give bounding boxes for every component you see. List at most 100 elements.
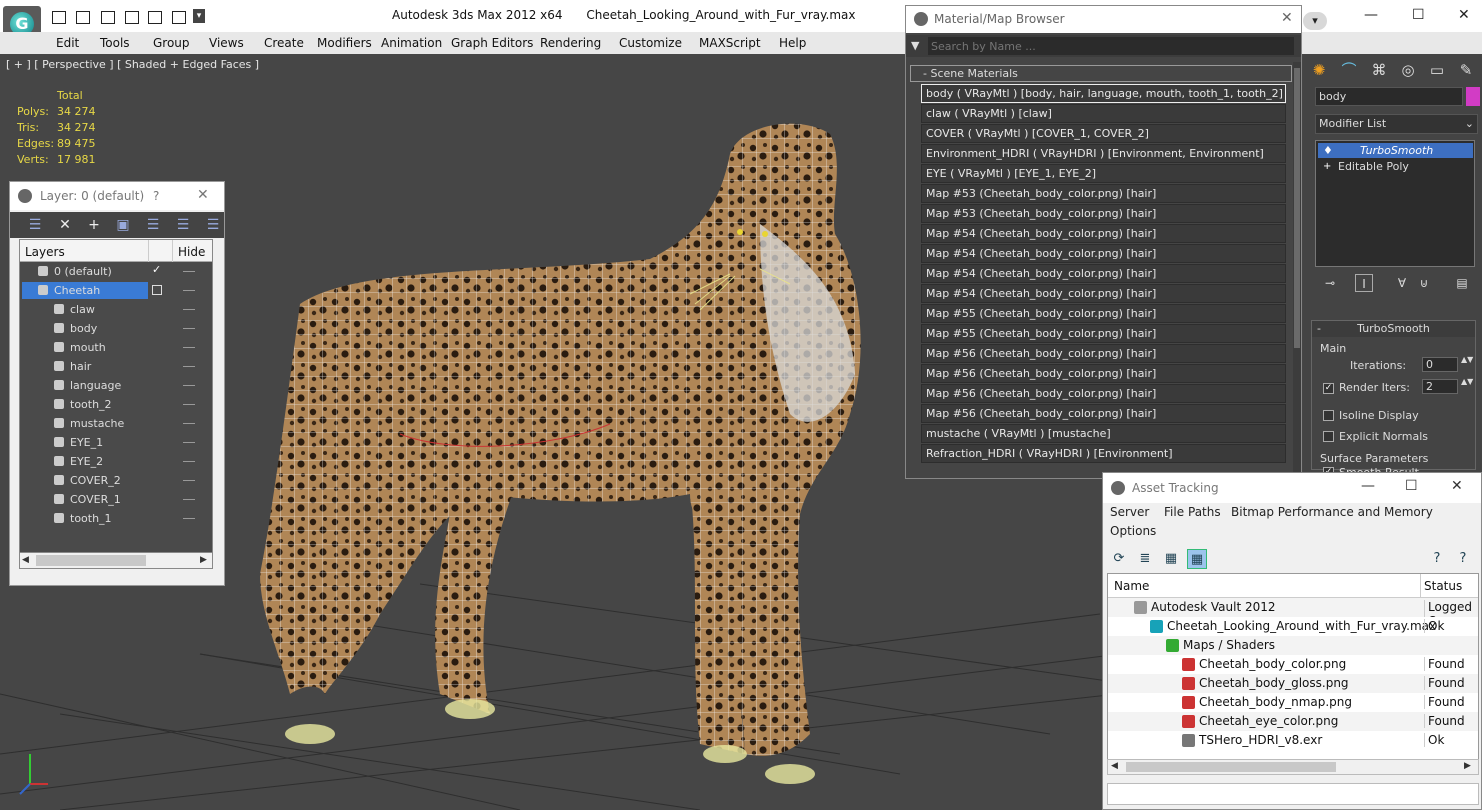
hide-toggle[interactable] — [183, 442, 195, 443]
minimize-icon[interactable]: — — [1361, 478, 1375, 494]
hide-toggle[interactable] — [183, 461, 195, 462]
remove-modifier-icon[interactable]: ⊍ — [1415, 274, 1433, 292]
create-layer-icon[interactable]: ☰ — [26, 216, 44, 234]
material-item[interactable]: Map #55 (Cheetah_body_color.png) [hair] — [921, 304, 1286, 323]
asset-horizontal-scrollbar[interactable]: ◀ ▶ — [1107, 759, 1479, 775]
layer-row[interactable]: language — [20, 376, 212, 395]
create-tab-icon[interactable]: ✺ — [1307, 58, 1331, 82]
material-item[interactable]: Refraction_HDRI ( VRayHDRI ) [Environmen… — [921, 444, 1286, 463]
hide-toggle[interactable] — [183, 385, 195, 386]
menu-options[interactable]: Options — [1110, 524, 1156, 538]
layer-row[interactable]: EYE_1 — [20, 433, 212, 452]
asset-row[interactable]: TSHero_HDRI_v8.exr Ok — [1108, 731, 1478, 750]
hide-toggle[interactable] — [183, 423, 195, 424]
hide-column-header[interactable]: Hide — [178, 245, 205, 259]
scroll-left-icon[interactable]: ◀ — [1111, 761, 1118, 771]
material-item[interactable]: Map #56 (Cheetah_body_color.png) [hair] — [921, 344, 1286, 363]
menu-bitmap-performance[interactable]: Bitmap Performance and Memory — [1231, 505, 1433, 519]
configure-modifier-sets-icon[interactable]: ▤ — [1453, 274, 1471, 292]
material-item[interactable]: body ( VRayMtl ) [body, hair, language, … — [921, 84, 1286, 103]
asset-path-field[interactable] — [1107, 783, 1479, 805]
layer-horizontal-scrollbar[interactable]: ◀ ▶ — [19, 552, 213, 569]
close-icon[interactable]: ✕ — [1458, 7, 1470, 23]
asset-tracking-titlebar[interactable]: Asset Tracking — ☐ ✕ — [1103, 473, 1481, 503]
material-item[interactable]: mustache ( VRayMtl ) [mustache] — [921, 424, 1286, 443]
layers-column-header[interactable]: Layers — [25, 245, 65, 259]
save-icon[interactable] — [76, 11, 90, 24]
layer-row[interactable]: Cheetah — [20, 281, 212, 300]
material-item[interactable]: claw ( VRayMtl ) [claw] — [921, 104, 1286, 123]
maximize-icon[interactable]: ☐ — [1405, 478, 1418, 494]
menu-help[interactable]: Help — [779, 36, 806, 50]
menu-customize[interactable]: Customize — [619, 36, 682, 50]
scene-materials-group[interactable]: - Scene Materials — [910, 65, 1292, 82]
scroll-right-icon[interactable]: ▶ — [200, 555, 207, 565]
refresh-icon[interactable]: ⟳ — [1109, 549, 1129, 569]
menu-file[interactable]: File — [1164, 505, 1184, 519]
help-button[interactable]: ? — [153, 189, 159, 203]
layer-row[interactable]: tooth_2 — [20, 395, 212, 414]
hide-all-icon[interactable]: ☰ — [174, 216, 192, 234]
material-item[interactable]: Map #53 (Cheetah_body_color.png) [hair] — [921, 204, 1286, 223]
asset-row[interactable]: Maps / Shaders — [1108, 636, 1478, 655]
menu-animation[interactable]: Animation — [381, 36, 442, 50]
viewport-label[interactable]: [ + ] [ Perspective ] [ Shaded + Edged F… — [6, 58, 259, 71]
turbosmooth-rollout-header[interactable]: - TurboSmooth — [1312, 321, 1475, 337]
spinner-arrows-icon[interactable]: ▲▼ — [1461, 377, 1473, 386]
scroll-right-icon[interactable]: ▶ — [1464, 761, 1471, 771]
display-tab-icon[interactable]: ▭ — [1425, 58, 1449, 82]
help-icon[interactable]: ? — [1427, 549, 1447, 569]
material-browser-titlebar[interactable]: Material/Map Browser ✕ — [906, 6, 1301, 33]
hold-icon[interactable] — [148, 11, 162, 24]
layer-row[interactable]: claw — [20, 300, 212, 319]
layer-row[interactable]: 0 (default) ✓ — [20, 262, 212, 281]
undo-icon[interactable] — [101, 11, 115, 24]
project-icon[interactable] — [172, 11, 186, 24]
material-item[interactable]: Map #56 (Cheetah_body_color.png) [hair] — [921, 404, 1286, 423]
hide-toggle[interactable] — [183, 518, 195, 519]
menu-group[interactable]: Group — [153, 36, 190, 50]
current-layer-check-icon[interactable]: ✓ — [152, 263, 161, 276]
highlight-selected-icon[interactable]: ☰ — [144, 216, 162, 234]
hide-toggle[interactable] — [183, 347, 195, 348]
layer-row[interactable]: mustache — [20, 414, 212, 433]
hide-toggle[interactable] — [183, 309, 195, 310]
make-unique-icon[interactable]: ∀ — [1393, 274, 1411, 292]
object-name-field[interactable] — [1315, 87, 1463, 106]
close-icon[interactable]: ✕ — [197, 187, 209, 203]
asset-row[interactable]: Cheetah_body_nmap.png Found — [1108, 693, 1478, 712]
select-objects-icon[interactable]: ▣ — [114, 216, 132, 234]
scroll-left-icon[interactable]: ◀ — [22, 555, 29, 565]
asset-row[interactable]: Autodesk Vault 2012Logged O — [1108, 598, 1478, 628]
redo-icon[interactable] — [125, 11, 139, 24]
minimize-icon[interactable]: — — [1364, 7, 1378, 23]
material-item[interactable]: EYE ( VRayMtl ) [EYE_1, EYE_2] — [921, 164, 1286, 183]
close-icon[interactable]: ✕ — [1451, 478, 1463, 494]
material-item[interactable]: Map #54 (Cheetah_body_color.png) [hair] — [921, 284, 1286, 303]
hide-toggle[interactable] — [183, 499, 195, 500]
menu-create[interactable]: Create — [264, 36, 304, 50]
hide-toggle[interactable] — [183, 404, 195, 405]
set-current-layer-icon[interactable] — [152, 285, 162, 295]
menu-modifiers[interactable]: Modifiers — [317, 36, 372, 50]
show-end-result-icon[interactable]: Ⅰ — [1355, 274, 1373, 292]
material-item[interactable]: Map #56 (Cheetah_body_color.png) [hair] — [921, 364, 1286, 383]
close-icon[interactable]: ✕ — [1281, 10, 1293, 26]
material-vertical-scrollbar[interactable] — [1293, 62, 1301, 478]
layer-row[interactable]: EYE_2 — [20, 452, 212, 471]
thumbnail-view-icon[interactable]: ▦ — [1161, 549, 1181, 569]
freeze-all-icon[interactable]: ☰ — [204, 216, 222, 234]
material-item[interactable]: Map #55 (Cheetah_body_color.png) [hair] — [921, 324, 1286, 343]
asset-row[interactable]: Cheetah_body_gloss.png Found — [1108, 674, 1478, 693]
isoline-display-checkbox[interactable] — [1323, 410, 1334, 421]
material-item[interactable]: Map #54 (Cheetah_body_color.png) [hair] — [921, 264, 1286, 283]
hierarchy-tab-icon[interactable]: ⌘ — [1367, 58, 1391, 82]
layer-row[interactable]: body — [20, 319, 212, 338]
scroll-thumb[interactable] — [1294, 68, 1300, 348]
render-iters-spinner[interactable]: 2 — [1422, 379, 1458, 394]
explicit-normals-checkbox[interactable] — [1323, 431, 1334, 442]
asset-row[interactable]: Cheetah_eye_color.png Found — [1108, 712, 1478, 731]
lightbulb-icon[interactable]: ♦ — [1323, 143, 1333, 158]
material-item[interactable]: Map #54 (Cheetah_body_color.png) [hair] — [921, 244, 1286, 263]
material-item[interactable]: Map #54 (Cheetah_body_color.png) [hair] — [921, 224, 1286, 243]
